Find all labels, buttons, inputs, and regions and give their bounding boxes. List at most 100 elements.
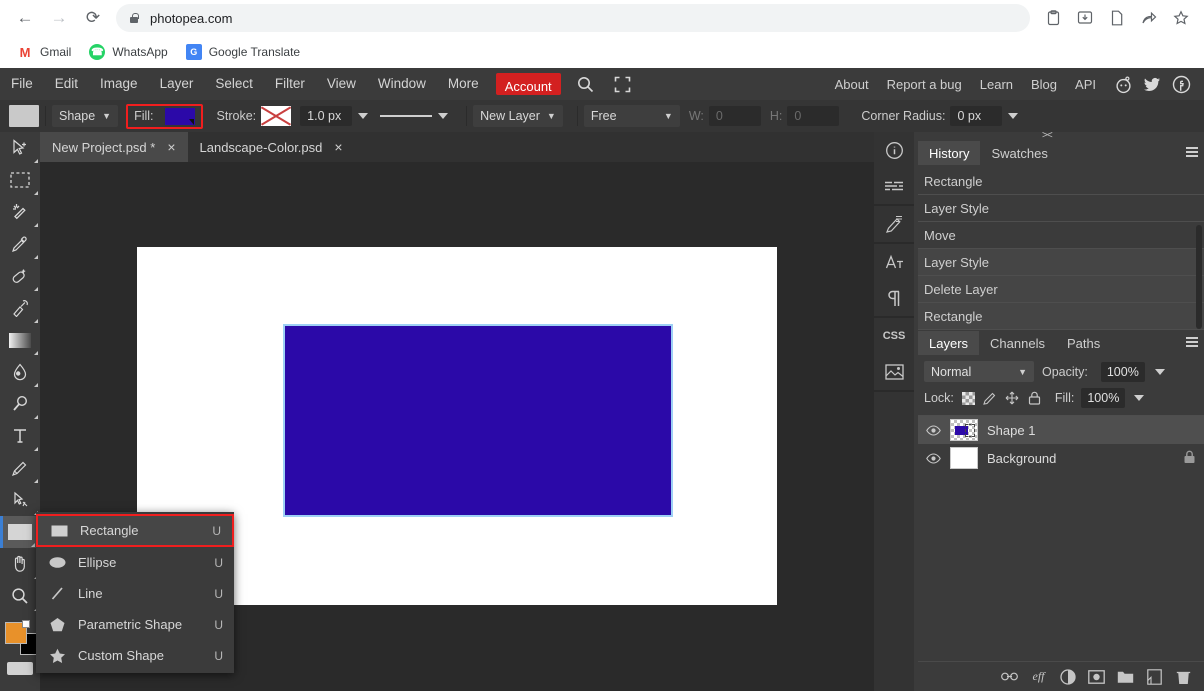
layer-row-background[interactable]: Background [918, 444, 1204, 472]
facebook-icon[interactable] [1170, 73, 1192, 95]
stroke-style-chevron-icon[interactable] [438, 113, 449, 119]
tab-channels[interactable]: Channels [979, 331, 1056, 355]
menu-select[interactable]: Select [204, 68, 264, 100]
rectangle-select-tool[interactable] [0, 164, 40, 196]
blend-mode-dropdown[interactable]: Normal ▼ [924, 361, 1034, 382]
history-item[interactable]: Layer Style [918, 195, 1204, 222]
pen-tool[interactable] [0, 452, 40, 484]
magic-wand-tool[interactable] [0, 196, 40, 228]
link-about[interactable]: About [826, 77, 878, 92]
opacity-value[interactable]: 100% [1100, 361, 1145, 382]
move-tool[interactable] [0, 132, 40, 164]
clipboard-icon[interactable] [1038, 3, 1068, 33]
info-icon[interactable] [874, 132, 914, 168]
lock-move-icon[interactable] [1005, 391, 1020, 406]
menu-item-rectangle[interactable]: Rectangle U [36, 514, 234, 547]
history-item[interactable]: Delete Layer [918, 276, 1204, 303]
fullscreen-icon[interactable] [604, 68, 641, 100]
history-item[interactable]: Layer Style [918, 249, 1204, 276]
reddit-icon[interactable] [1112, 73, 1134, 95]
path-select-tool[interactable] [0, 484, 40, 516]
lock-transparency-icon[interactable] [961, 391, 976, 406]
download-icon[interactable] [1070, 3, 1100, 33]
image-icon[interactable] [874, 354, 914, 390]
healing-brush-tool[interactable] [0, 260, 40, 292]
brush-settings-icon[interactable] [874, 206, 914, 242]
size-mode-dropdown[interactable]: Free ▼ [583, 105, 680, 127]
clone-stamp-tool[interactable] [0, 292, 40, 324]
back-button[interactable]: ← [8, 1, 42, 35]
close-icon[interactable]: × [167, 140, 175, 154]
bookmark-whatsapp[interactable]: ☎ WhatsApp [82, 41, 174, 63]
fill-value[interactable]: 100% [1081, 388, 1126, 408]
layer-effects-icon[interactable]: eff [1030, 668, 1047, 685]
type-tool[interactable] [0, 420, 40, 452]
height-input[interactable]: 0 [787, 106, 840, 126]
layer-mask-icon[interactable] [1088, 668, 1105, 685]
history-item[interactable]: Rectangle [918, 168, 1204, 195]
menu-window[interactable]: Window [367, 68, 437, 100]
shape-tool[interactable] [0, 516, 40, 548]
stroke-width-chevron-icon[interactable] [358, 113, 369, 119]
menu-view[interactable]: View [316, 68, 367, 100]
paragraph-icon[interactable] [874, 280, 914, 316]
collapse-right-icon[interactable]: >< [1042, 130, 1053, 141]
history-item[interactable]: Rectangle [918, 303, 1204, 330]
dodge-tool[interactable] [0, 388, 40, 420]
character-icon[interactable] [874, 244, 914, 280]
bookmark-google-translate[interactable]: G Google Translate [179, 41, 307, 63]
link-learn[interactable]: Learn [971, 77, 1022, 92]
new-layer-icon[interactable] [1146, 668, 1163, 685]
hand-tool[interactable] [0, 548, 40, 580]
page-icon[interactable] [1102, 3, 1132, 33]
shape-rectangle[interactable] [283, 324, 673, 517]
search-icon[interactable] [567, 68, 604, 100]
fill-color-swatch[interactable] [164, 107, 195, 125]
fill-chevron-icon[interactable] [1134, 395, 1145, 401]
menu-item-custom-shape[interactable]: Custom Shape U [36, 640, 234, 671]
zoom-tool[interactable] [0, 580, 40, 612]
menu-file[interactable]: File [0, 68, 44, 100]
menu-layer[interactable]: Layer [149, 68, 205, 100]
history-item[interactable]: Move [918, 222, 1204, 249]
corner-radius-input[interactable]: 0 px [950, 106, 1003, 126]
eyedropper-tool[interactable] [0, 228, 40, 260]
path-operation-dropdown[interactable]: New Layer ▼ [473, 105, 563, 127]
adjustment-layer-icon[interactable] [1059, 668, 1076, 685]
forward-button[interactable]: → [42, 1, 76, 35]
keyboard-icon[interactable] [7, 662, 33, 675]
link-layers-icon[interactable] [1001, 668, 1018, 685]
tab-history[interactable]: History [918, 141, 981, 165]
stroke-none-swatch[interactable] [261, 106, 292, 126]
link-blog[interactable]: Blog [1022, 77, 1066, 92]
menu-edit[interactable]: Edit [44, 68, 89, 100]
rectangle-tool-preview-icon[interactable] [9, 105, 39, 127]
layer-row-shape-1[interactable]: Shape 1 [918, 416, 1204, 444]
tab-swatches[interactable]: Swatches [980, 141, 1058, 165]
delete-layer-icon[interactable] [1175, 668, 1192, 685]
fill-control-highlight[interactable]: Fill: [126, 103, 203, 129]
panel-menu-icon[interactable] [1184, 144, 1200, 160]
opacity-chevron-icon[interactable] [1154, 368, 1165, 375]
menu-item-parametric-shape[interactable]: Parametric Shape U [36, 609, 234, 640]
lock-paint-icon[interactable] [983, 391, 998, 406]
shape-mode-dropdown[interactable]: Shape ▼ [52, 105, 119, 127]
tab-landscape-color[interactable]: Landscape-Color.psd × [188, 132, 355, 162]
gradient-tool[interactable] [0, 324, 40, 356]
css-icon[interactable]: CSS [874, 318, 914, 354]
link-report-a-bug[interactable]: Report a bug [878, 77, 971, 92]
close-icon[interactable]: × [334, 140, 342, 154]
menu-more[interactable]: More [437, 68, 490, 100]
color-swatches[interactable] [0, 618, 42, 660]
blur-tool[interactable] [0, 356, 40, 388]
tab-new-project[interactable]: New Project.psd * × [40, 132, 188, 162]
lock-all-icon[interactable] [1027, 391, 1042, 406]
tab-layers[interactable]: Layers [918, 331, 980, 355]
address-bar[interactable]: photopea.com [116, 4, 1030, 32]
default-colors-icon[interactable] [22, 620, 30, 628]
new-group-icon[interactable] [1117, 668, 1134, 685]
menu-filter[interactable]: Filter [264, 68, 316, 100]
tab-paths[interactable]: Paths [1056, 331, 1111, 355]
eye-icon[interactable] [926, 423, 941, 438]
share-icon[interactable] [1134, 3, 1164, 33]
